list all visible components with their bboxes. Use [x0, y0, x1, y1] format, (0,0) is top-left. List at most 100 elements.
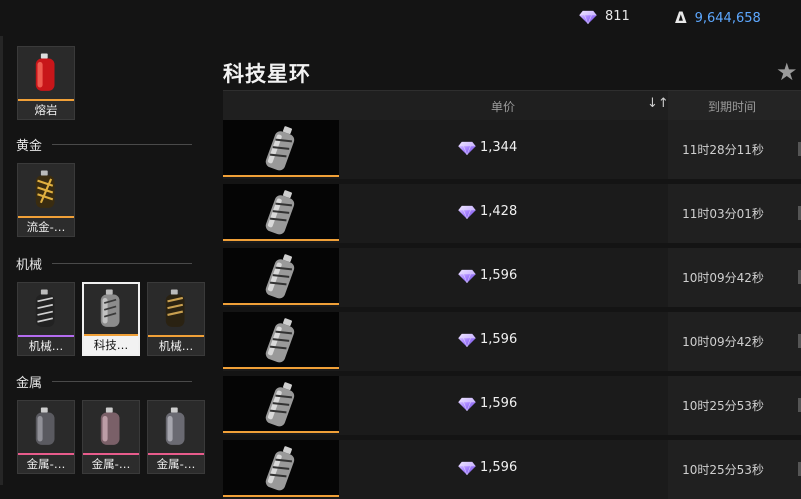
category-mechanical: 机械: [16, 254, 192, 273]
rarity-bar: [223, 495, 339, 497]
listing-thumbnail: [223, 120, 339, 177]
sort-icon[interactable]: ↓↑: [647, 96, 669, 111]
sidebar-scroll-edge[interactable]: [0, 36, 3, 485]
listing-row[interactable]: 1,596 10时25分53秒: [223, 440, 801, 499]
listing-price: 1,596: [458, 268, 517, 283]
tech-can-image: [84, 284, 138, 334]
listing-expire-cell: 10时09分42秒: [668, 248, 801, 307]
skin-card-name: 金属-…: [18, 455, 74, 473]
listing-row[interactable]: 1,596 10时25分53秒: [223, 376, 801, 435]
expire-time: 11时28分11秒: [682, 143, 764, 157]
price-value: 1,596: [480, 268, 518, 283]
price-value: 1,428: [480, 204, 518, 219]
expire-time: 10时25分53秒: [682, 463, 764, 477]
skin-card-tech-selected[interactable]: 科技…: [82, 282, 140, 356]
listing-price: 1,596: [458, 460, 517, 475]
tech-can-image: [265, 382, 295, 427]
diamond-icon: [458, 333, 476, 347]
divider: [52, 144, 192, 145]
skin-card-lava[interactable]: 熔岩: [17, 46, 75, 120]
rarity-bar: [223, 367, 339, 369]
coin-balance: ᐃ 9,644,658: [675, 9, 761, 27]
price-column-header[interactable]: 单价: [339, 91, 668, 120]
diamond-icon: [458, 205, 476, 219]
skin-card-metal-2[interactable]: 金属-…: [82, 400, 140, 474]
listing-expire-cell: 10时09分42秒: [668, 312, 801, 371]
expire-time: 10时25分53秒: [682, 399, 764, 413]
skin-card-metal-3[interactable]: 金属-…: [147, 400, 205, 474]
price-value: 1,344: [480, 140, 518, 155]
rarity-bar: [223, 239, 339, 241]
coin-count: 9,644,658: [694, 10, 761, 26]
skin-card-metal-1[interactable]: 金属-…: [17, 400, 75, 474]
rarity-bar: [223, 175, 339, 177]
price-column-label: 单价: [491, 100, 516, 114]
tech-can-image: [265, 446, 295, 491]
skin-card-mechanical-2[interactable]: 机械…: [147, 282, 205, 356]
lava-can-image: [18, 47, 74, 99]
gem-count: 811: [605, 9, 630, 24]
skin-card-liquid-gold[interactable]: 流金-…: [17, 163, 75, 237]
listing-price: 1,596: [458, 396, 517, 411]
metal-pink-can-image: [83, 401, 139, 453]
listing-expire-cell: 11时28分11秒: [668, 120, 801, 179]
metal-silver-can-image: [148, 401, 204, 453]
mech-can-image: [18, 283, 74, 335]
diamond-icon: [458, 397, 476, 411]
tech-can-image: [265, 190, 295, 235]
metal-can-image: [18, 401, 74, 453]
mech-gold-can-image: [148, 283, 204, 335]
tech-can-image: [265, 318, 295, 363]
diamond-icon: [458, 269, 476, 283]
skin-card-name: 金属-…: [148, 455, 204, 473]
listing-price: 1,596: [458, 332, 517, 347]
listing-table-header: 单价 ↓↑ 到期时间: [223, 90, 801, 120]
category-metal: 金属: [16, 372, 192, 391]
diamond-icon: [458, 461, 476, 475]
skin-card-name: 金属-…: [83, 455, 139, 473]
listing-price: 1,344: [458, 140, 517, 155]
listing-thumbnail: [223, 440, 339, 497]
skin-card-mechanical-1[interactable]: 机械…: [17, 282, 75, 356]
coin-icon: ᐃ: [675, 9, 687, 27]
expire-time: 11时03分01秒: [682, 207, 764, 221]
skin-card-name: 熔岩: [18, 101, 74, 119]
expire-time: 10时09分42秒: [682, 335, 764, 349]
skin-card-name: 机械…: [18, 337, 74, 355]
expire-column-header[interactable]: 到期时间: [668, 91, 801, 120]
listing-thumbnail: [223, 248, 339, 305]
top-currency-bar: 811 ᐃ 9,644,658: [0, 0, 801, 36]
page-title: 科技星环: [223, 62, 311, 86]
listing-row[interactable]: 1,596 10时09分42秒: [223, 312, 801, 371]
price-value: 1,596: [480, 460, 518, 475]
rarity-bar: [223, 431, 339, 433]
skin-card-name: 流金-…: [18, 218, 74, 236]
category-label: 机械: [16, 258, 43, 273]
listing-expire-cell: 10时25分53秒: [668, 376, 801, 435]
star-icon[interactable]: ★: [776, 58, 798, 86]
tech-can-image: [265, 126, 295, 171]
divider: [52, 263, 192, 264]
price-value: 1,596: [480, 332, 518, 347]
expire-column-label: 到期时间: [708, 100, 757, 114]
listing-row[interactable]: 1,428 11时03分01秒: [223, 184, 801, 243]
category-gold: 黄金: [16, 135, 192, 154]
category-label: 金属: [16, 376, 43, 391]
gem-balance: 811: [579, 9, 630, 24]
listing-row[interactable]: 1,344 11时28分11秒: [223, 120, 801, 179]
divider: [52, 381, 192, 382]
listing-thumbnail: [223, 312, 339, 369]
price-value: 1,596: [480, 396, 518, 411]
listing-row[interactable]: 1,596 10时09分42秒: [223, 248, 801, 307]
tech-can-image: [265, 254, 295, 299]
skin-card-name: 科技…: [84, 336, 138, 354]
rarity-bar: [223, 303, 339, 305]
listing-thumbnail: [223, 376, 339, 433]
listing-expire-cell: 10时25分53秒: [668, 440, 801, 499]
skin-sidebar: 熔岩 黄金 流金-… 机械 机械… 科技… 机械… 金属 金属-… 金属-… 金…: [0, 36, 212, 485]
listing-expire-cell: 11时03分01秒: [668, 184, 801, 243]
diamond-icon: [458, 141, 476, 155]
category-label: 黄金: [16, 139, 43, 154]
expire-time: 10时09分42秒: [682, 271, 764, 285]
gold-can-image: [18, 164, 74, 216]
